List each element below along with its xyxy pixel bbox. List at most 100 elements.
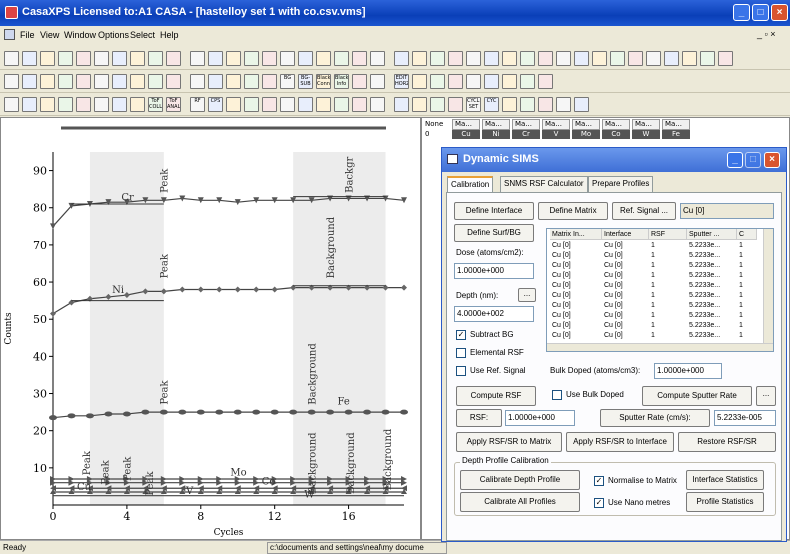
tb3-button-0[interactable]: [4, 97, 19, 112]
table-cell[interactable]: Cu [0]: [602, 271, 649, 281]
table-cell[interactable]: 1: [649, 291, 687, 301]
table-header-cell[interactable]: Sputter ...: [687, 229, 737, 240]
tb3-button-27[interactable]: [502, 97, 517, 112]
tb2-button-4[interactable]: [76, 74, 91, 89]
close-button[interactable]: ×: [771, 4, 788, 21]
tb2-button-26[interactable]: [484, 74, 499, 89]
dialog-close-button[interactable]: ×: [764, 152, 780, 168]
tb1-button-27[interactable]: [502, 51, 517, 66]
tb2-button-9[interactable]: [166, 74, 181, 89]
sputter-rate-input[interactable]: 5.2233e-005: [714, 410, 776, 426]
tb3-button-4[interactable]: [76, 97, 91, 112]
tb2-button-11[interactable]: [208, 74, 223, 89]
tb1-button-5[interactable]: [94, 51, 109, 66]
document-icon[interactable]: [4, 29, 15, 40]
tb1-button-8[interactable]: [148, 51, 163, 66]
tb1-button-13[interactable]: [244, 51, 259, 66]
tb3-button-1[interactable]: [22, 97, 37, 112]
table-cell[interactable]: Cu [0]: [550, 301, 602, 311]
tb3-button-28[interactable]: [520, 97, 535, 112]
table-cell[interactable]: 1: [649, 311, 687, 321]
menu-window[interactable]: Window: [64, 30, 96, 40]
column-header[interactable]: Ma...: [452, 119, 480, 130]
tb1-button-24[interactable]: [448, 51, 463, 66]
define-matrix-button[interactable]: Define Matrix: [538, 202, 608, 220]
tb2-button-10[interactable]: [190, 74, 205, 89]
tb3-button-30[interactable]: [556, 97, 571, 112]
table-cell[interactable]: Cu [0]: [602, 281, 649, 291]
tb1-button-32[interactable]: [592, 51, 607, 66]
tb2-button-3[interactable]: [58, 74, 73, 89]
table-cell[interactable]: 1: [737, 301, 757, 311]
elemental-rsf-checkbox[interactable]: [456, 348, 466, 358]
tb3-button-8[interactable]: ToF COLL: [148, 97, 163, 112]
maximize-button[interactable]: □: [752, 4, 769, 21]
table-cell[interactable]: Cu [0]: [602, 241, 649, 251]
tb2-button-12[interactable]: [226, 74, 241, 89]
tb2-button-21[interactable]: EDIT HORZ: [394, 74, 409, 89]
tb1-button-25[interactable]: [466, 51, 481, 66]
table-cell[interactable]: Cu [0]: [550, 311, 602, 321]
tb1-button-30[interactable]: [556, 51, 571, 66]
compute-sputter-rate-button[interactable]: Compute Sputter Rate: [642, 386, 752, 406]
table-cell[interactable]: 1: [649, 281, 687, 291]
tb3-button-2[interactable]: [40, 97, 55, 112]
tb1-button-31[interactable]: [574, 51, 589, 66]
table-cell[interactable]: 5.2233e...: [687, 261, 737, 271]
table-cell[interactable]: 1: [737, 261, 757, 271]
column-header[interactable]: Ma...: [602, 119, 630, 130]
tb3-button-12[interactable]: [226, 97, 241, 112]
tb2-button-23[interactable]: [430, 74, 445, 89]
rsf-button[interactable]: RSF:: [456, 409, 502, 427]
tb3-button-16[interactable]: [298, 97, 313, 112]
matrix-list-table[interactable]: Matrix In... Interface RSF Sputter ... C Cu …: [546, 228, 774, 352]
tb1-button-2[interactable]: [40, 51, 55, 66]
tb3-button-6[interactable]: [112, 97, 127, 112]
restore-rsf-button[interactable]: Restore RSF/SR: [678, 432, 776, 452]
tb2-button-1[interactable]: [22, 74, 37, 89]
table-cell[interactable]: 1: [737, 311, 757, 321]
dialog-maximize-button[interactable]: □: [745, 152, 761, 168]
tb2-button-29[interactable]: [538, 74, 553, 89]
tb1-button-36[interactable]: [664, 51, 679, 66]
tb2-button-28[interactable]: [520, 74, 535, 89]
tb1-button-19[interactable]: [352, 51, 367, 66]
tb3-button-24[interactable]: [448, 97, 463, 112]
column-header[interactable]: Ma...: [512, 119, 540, 130]
tb1-button-14[interactable]: [262, 51, 277, 66]
interface-statistics-button[interactable]: Interface Statistics: [686, 470, 764, 490]
tb1-button-39[interactable]: [718, 51, 733, 66]
tb3-button-5[interactable]: [94, 97, 109, 112]
column-header[interactable]: Ma...: [542, 119, 570, 130]
tb1-button-17[interactable]: [316, 51, 331, 66]
tb2-button-16[interactable]: BG-SUB: [298, 74, 313, 89]
menu-select[interactable]: Select: [130, 30, 155, 40]
compute-rsf-button[interactable]: Compute RSF: [456, 386, 536, 406]
tb1-button-6[interactable]: [112, 51, 127, 66]
tb3-button-22[interactable]: [412, 97, 427, 112]
dialog-minimize-button[interactable]: _: [727, 152, 743, 168]
depth-input[interactable]: 4.0000e+002: [454, 306, 534, 322]
table-cell[interactable]: 1: [737, 281, 757, 291]
tb3-button-9[interactable]: ToF ANAL: [166, 97, 181, 112]
tb3-button-25[interactable]: CYCLE SET: [466, 97, 481, 112]
tb2-button-18[interactable]: Black Info: [334, 74, 349, 89]
table-cell[interactable]: 5.2233e...: [687, 281, 737, 291]
table-cell[interactable]: 5.2233e...: [687, 311, 737, 321]
tb3-button-29[interactable]: [538, 97, 553, 112]
table-cell[interactable]: Cu [0]: [550, 251, 602, 261]
tb2-button-7[interactable]: [130, 74, 145, 89]
column-header[interactable]: Ma...: [632, 119, 660, 130]
table-header-cell[interactable]: Matrix In...: [550, 229, 602, 240]
table-cell[interactable]: 5.2233e...: [687, 241, 737, 251]
table-cell[interactable]: 5.2233e...: [687, 251, 737, 261]
define-interface-button[interactable]: Define Interface: [454, 202, 534, 220]
table-cell[interactable]: 1: [649, 271, 687, 281]
depth-more-button[interactable]: ...: [518, 288, 536, 302]
subtract-bg-checkbox[interactable]: ✓: [456, 330, 466, 340]
normalise-checkbox[interactable]: ✓: [594, 476, 604, 486]
tb3-button-13[interactable]: [244, 97, 259, 112]
column-header[interactable]: Ma...: [482, 119, 510, 130]
table-cell[interactable]: Cu [0]: [602, 291, 649, 301]
table-cell[interactable]: 5.2233e...: [687, 301, 737, 311]
